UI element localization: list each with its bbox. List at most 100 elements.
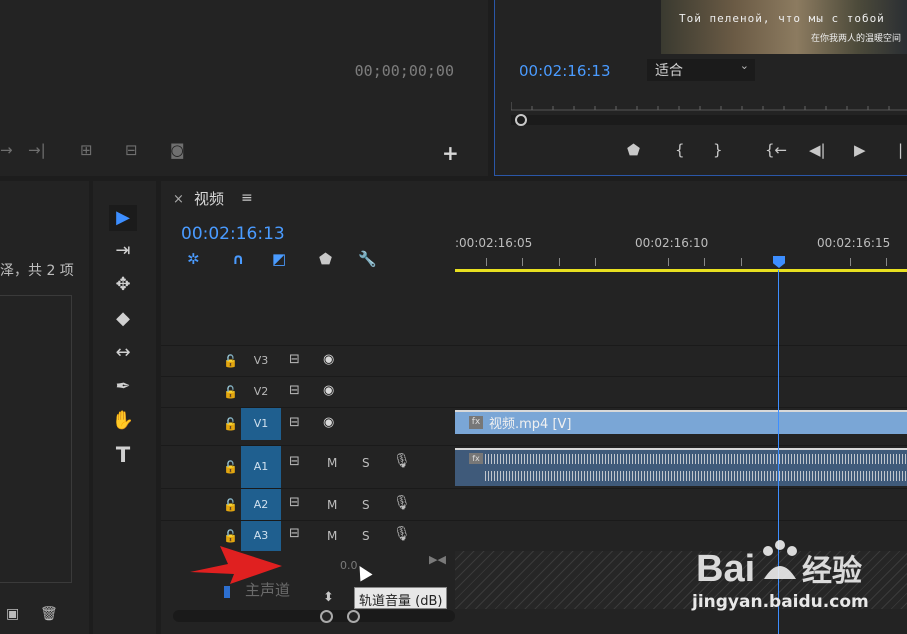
eye-icon[interactable]: ◉ [323,352,334,367]
ruler-label: :00:02:16:05 [455,236,533,250]
solo-button[interactable]: S [362,529,370,543]
project-item-count: 泽，共 2 项 [0,263,74,279]
solo-button[interactable]: S [362,456,370,470]
step-back-icon[interactable]: ◀| [809,141,826,159]
timeline-timecode[interactable]: 00:02:16:13 [181,224,285,244]
track-header-a2[interactable]: 🔓 A2 ⊟ M S 🎙 [161,488,455,520]
audio-clip[interactable]: fx [455,448,907,486]
go-to-out-icon[interactable]: →| [28,141,46,161]
camera-icon[interactable]: ◙ [170,141,185,161]
wrench-icon[interactable]: 🔧 [358,250,377,268]
sync-lock-icon[interactable]: ⊟ [289,352,300,367]
snap-icon[interactable]: ∩ [232,250,244,268]
red-arrow-annotation [190,546,282,584]
microphone-icon[interactable]: 🎙 [393,495,411,511]
mark-out-icon[interactable]: } [713,141,723,159]
track-name-v1[interactable]: V1 [241,408,281,440]
mute-button[interactable]: M [327,498,337,512]
close-icon[interactable]: × [173,192,184,207]
mute-button[interactable]: M [327,529,337,543]
type-tool-icon[interactable]: T [109,442,137,468]
eye-icon[interactable]: ◉ [323,415,334,430]
step-forward-icon[interactable]: → [0,141,13,161]
track-name-v2[interactable]: V2 [241,377,281,407]
mark-in-icon[interactable]: { [675,141,685,159]
volume-control-icon[interactable]: ⬍ [323,590,334,605]
ruler-tick [668,258,669,266]
solo-button[interactable]: S [362,498,370,512]
sync-lock-icon[interactable]: ⊟ [289,526,300,541]
program-timecode[interactable]: 00:02:16:13 [519,62,611,80]
add-marker-icon[interactable]: ⬟ [627,141,640,159]
track-header-v1[interactable]: 🔓 V1 ⊟ ◉ [161,407,455,440]
audio-waveform [485,454,907,464]
fit-select[interactable]: 适合 ⌄ [647,59,755,81]
slip-tool-icon[interactable]: ↔ [109,340,137,366]
program-ruler[interactable] [511,98,907,112]
fx-badge: fx [469,416,483,429]
track-header-v2[interactable]: 🔓 V2 ⊟ ◉ [161,376,455,407]
scroll-handle-right[interactable] [347,610,360,623]
step-forward-icon[interactable]: | [898,141,903,159]
track-name-a2[interactable]: A2 [241,489,281,520]
eye-icon[interactable]: ◉ [323,383,334,398]
mute-button[interactable]: M [327,456,337,470]
subtitle-line-2: 在你我两人的温暖空间 [811,34,902,44]
go-to-keyframe-icon[interactable]: ▶◀ [429,553,446,566]
insert-icon[interactable]: ⊞ [80,141,93,161]
program-scrub-bar[interactable] [511,115,907,125]
play-icon[interactable]: ▶ [854,141,866,159]
panel-menu-icon[interactable]: ≡ [241,190,253,206]
trash-icon[interactable]: 🗑 [40,606,58,622]
track-name-a1[interactable]: A1 [241,446,281,488]
ruler-tick [522,258,523,266]
sync-lock-icon[interactable]: ⊟ [289,454,300,469]
program-video-frame[interactable]: Той пеленой, что мы с тобой 在你我两人的温暖空间 [661,0,907,54]
lock-icon[interactable]: 🔓 [223,385,238,399]
microphone-icon[interactable]: 🎙 [393,526,411,542]
pen-tool-icon[interactable]: ✒ [109,374,137,400]
scroll-handle-left[interactable] [320,610,333,623]
selection-tool-icon[interactable]: ▶ [109,205,137,231]
sync-lock-icon[interactable]: ⊟ [289,495,300,510]
ripple-edit-tool-icon[interactable]: ✥ [109,272,137,298]
lock-icon[interactable]: 🔓 [223,417,238,431]
watermark-url: jingyan.baidu.com [692,592,869,612]
lock-icon[interactable]: 🔓 [223,354,238,368]
linked-selection-icon[interactable]: ◩ [272,250,286,268]
lane-a1[interactable]: fx [455,445,907,488]
lock-icon[interactable]: 🔓 [223,498,238,512]
lane-a2[interactable] [455,488,907,520]
lock-icon[interactable]: 🔓 [223,460,238,474]
add-marker-icon[interactable]: ⬟ [319,250,332,268]
microphone-icon[interactable]: 🎙 [393,453,411,469]
track-header-v3[interactable]: 🔓 V3 ⊟ ◉ [161,345,455,376]
source-timecode[interactable]: 00;00;00;00 [355,62,454,80]
project-bin-area[interactable] [0,295,72,583]
overlay-icon[interactable]: ⊟ [125,141,138,161]
go-to-in-icon[interactable]: {← [765,141,787,159]
subtitle-line-1: Той пеленой, что мы с тобой [679,12,885,25]
nest-sequence-icon[interactable]: ✲ [187,250,200,268]
playhead-handle[interactable] [773,256,785,268]
hand-tool-icon[interactable]: ✋ [109,408,137,434]
lane-v2[interactable] [455,376,907,407]
ruler-tick [741,258,742,266]
track-select-tool-icon[interactable]: ⇥ [109,238,137,264]
sync-lock-icon[interactable]: ⊟ [289,415,300,430]
track-header-a1[interactable]: 🔓 A1 ⊟ M S 🎙 [161,445,455,488]
razor-tool-icon[interactable]: ◆ [109,306,137,332]
video-clip[interactable]: fx 视频.mp4 [V] [455,410,907,434]
lane-v1[interactable]: fx 视频.mp4 [V] [455,407,907,440]
program-playhead[interactable] [515,114,527,126]
timeline-horizontal-scrollbar[interactable] [173,610,455,622]
track-name-v3[interactable]: V3 [241,346,281,376]
add-button-icon[interactable]: + [442,141,459,165]
new-item-icon[interactable]: ▣ [6,606,19,622]
work-area-bar[interactable] [455,269,907,272]
timeline-tab-title[interactable]: 视频 [194,188,224,209]
timeline-ruler[interactable]: :00:02:16:05 00:02:16:10 00:02:16:15 [455,229,907,274]
lane-v3[interactable] [455,345,907,376]
ruler-tick [559,258,560,266]
sync-lock-icon[interactable]: ⊟ [289,383,300,398]
